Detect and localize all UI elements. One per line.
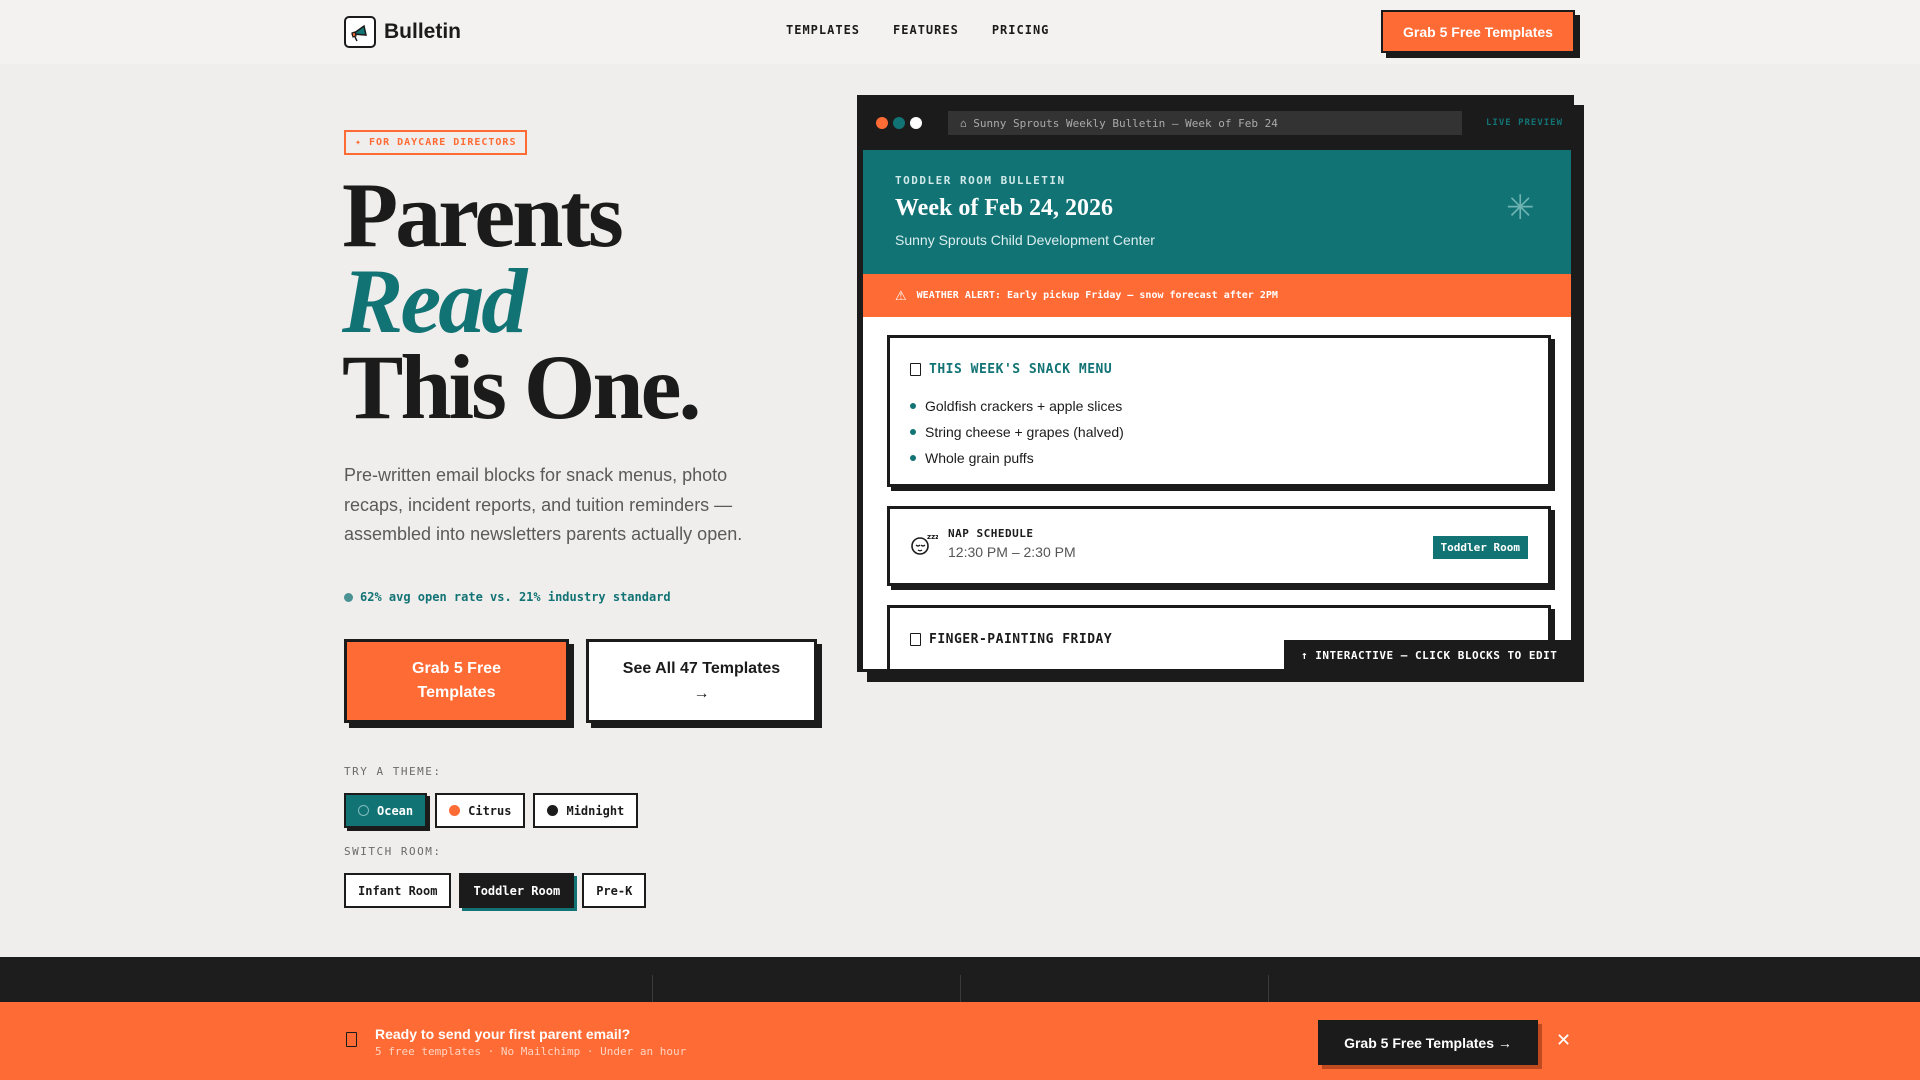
apple-icon bbox=[910, 363, 921, 376]
nav-links: TEMPLATES FEATURES PRICING bbox=[786, 23, 1049, 37]
newsletter-preview: ⌂ Sunny Sprouts Weekly Bulletin — Week o… bbox=[857, 95, 1584, 682]
list-item: Whole grain puffs bbox=[910, 445, 1528, 471]
theme-label: TRY A THEME: bbox=[344, 765, 442, 778]
list-item: String cheese + grapes (halved) bbox=[910, 419, 1528, 445]
nap-label: NAP SCHEDULE bbox=[948, 527, 1034, 540]
nav-link-pricing[interactable]: PRICING bbox=[992, 23, 1050, 37]
hero-headline: Parents Read This One. bbox=[342, 164, 701, 438]
nav-link-templates[interactable]: TEMPLATES bbox=[786, 23, 860, 37]
sticky-title: Ready to send your first parent email? bbox=[375, 1026, 631, 1042]
swatch-icon bbox=[449, 805, 461, 816]
finger-painting-text: FINGER-PAINTING FRIDAY bbox=[929, 632, 1113, 647]
grab-templates-button[interactable]: Grab 5 Free Templates bbox=[344, 639, 569, 723]
stat-dot-icon bbox=[344, 592, 353, 602]
newsletter-title: Week of Feb 24, 2026 bbox=[895, 195, 1113, 221]
weather-alert-block[interactable]: ⚠ WEATHER ALERT: Early pickup Friday — s… bbox=[863, 274, 1571, 317]
headline-line-2: Read bbox=[342, 250, 527, 352]
swatch-icon bbox=[358, 805, 369, 816]
email-icon bbox=[346, 1032, 357, 1047]
swatch-icon bbox=[547, 805, 559, 816]
nap-time: 12:30 PM – 2:30 PM bbox=[948, 544, 1076, 560]
nap-info: NAP SCHEDULE 12:30 PM – 2:30 PM bbox=[948, 527, 1076, 560]
nav-link-features[interactable]: FEATURES bbox=[893, 23, 959, 37]
headline-line-3: This One. bbox=[342, 336, 701, 438]
theme-midnight-label: Midnight bbox=[566, 803, 625, 818]
theme-ocean-chip[interactable]: Ocean bbox=[344, 793, 428, 828]
theme-citrus-label: Citrus bbox=[468, 803, 512, 818]
headline-line-1: Parents bbox=[342, 164, 624, 266]
warning-icon: ⚠ bbox=[895, 287, 907, 303]
svg-text:zzz: zzz bbox=[927, 533, 938, 541]
list-item: Goldfish crackers + apple slices bbox=[910, 393, 1528, 419]
theme-citrus-chip[interactable]: Citrus bbox=[435, 793, 526, 828]
snack-list: Goldfish crackers + apple slices String … bbox=[910, 393, 1528, 471]
newsletter-body: THIS WEEK'S SNACK MENU Goldfish crackers… bbox=[863, 317, 1571, 669]
room-toddler-chip[interactable]: Toddler Room bbox=[459, 873, 575, 908]
room-switcher: Infant Room Toddler Room Pre-K bbox=[344, 873, 647, 908]
nav-cta-button[interactable]: Grab 5 Free Templates bbox=[1381, 10, 1575, 53]
palette-icon bbox=[910, 633, 921, 646]
see-all-templates-button[interactable]: See All 47 Templates → bbox=[586, 639, 817, 723]
room-prek-chip[interactable]: Pre-K bbox=[582, 873, 647, 908]
room-infant-chip[interactable]: Infant Room bbox=[344, 873, 452, 908]
room-label: SWITCH ROOM: bbox=[344, 845, 442, 858]
interactive-tip: ↑ INTERACTIVE — CLICK BLOCKS TO EDIT bbox=[1284, 640, 1584, 670]
snack-title-text: THIS WEEK'S SNACK MENU bbox=[929, 362, 1113, 377]
theme-midnight-chip[interactable]: Midnight bbox=[533, 793, 639, 828]
see-all-label: See All 47 Templates bbox=[622, 660, 781, 677]
brand-logo[interactable]: Bulletin bbox=[344, 16, 461, 48]
arrow-right-icon: → bbox=[693, 685, 710, 702]
audience-badge: ✦ FOR DAYCARE DIRECTORS bbox=[344, 130, 528, 155]
stat-text: 62% avg open rate vs. 21% industry stand… bbox=[360, 590, 671, 604]
newsletter-org: Sunny Sprouts Child Development Center bbox=[895, 232, 1155, 248]
window-dot-icon bbox=[893, 117, 905, 129]
snack-menu-title: THIS WEEK'S SNACK MENU bbox=[910, 362, 1528, 377]
open-rate-stat: 62% avg open rate vs. 21% industry stand… bbox=[344, 590, 671, 604]
sleeping-face-icon: zzz bbox=[910, 531, 939, 557]
sticky-cta-button[interactable]: Grab 5 Free Templates → bbox=[1318, 1020, 1538, 1065]
window-dot-icon bbox=[876, 117, 888, 129]
top-nav: Bulletin TEMPLATES FEATURES PRICING Grab… bbox=[0, 0, 1920, 64]
alert-text: WEATHER ALERT: Early pickup Friday — sno… bbox=[916, 290, 1278, 301]
theme-ocean-label: Ocean bbox=[377, 803, 414, 818]
sticky-subtitle: 5 free templates · No Mailchimp · Under … bbox=[375, 1045, 687, 1058]
close-icon[interactable]: ✕ bbox=[1556, 1030, 1571, 1051]
room-tag: Toddler Room bbox=[1432, 536, 1528, 559]
preview-url-bar: ⌂ Sunny Sprouts Weekly Bulletin — Week o… bbox=[948, 111, 1462, 135]
snack-menu-block[interactable]: THIS WEEK'S SNACK MENU Goldfish crackers… bbox=[887, 335, 1551, 487]
brand-name: Bulletin bbox=[384, 20, 461, 43]
newsletter-kicker: TODDLER ROOM BULLETIN bbox=[895, 174, 1066, 187]
asterisk-icon: ✳ bbox=[1506, 189, 1535, 227]
live-preview-label: LIVE PREVIEW bbox=[1486, 118, 1564, 128]
window-dot-icon bbox=[910, 117, 922, 129]
megaphone-icon bbox=[344, 16, 376, 48]
hero-subtitle: Pre-written email blocks for snack menus… bbox=[344, 465, 743, 544]
window-titlebar: ⌂ Sunny Sprouts Weekly Bulletin — Week o… bbox=[860, 98, 1571, 150]
newsletter-header[interactable]: TODDLER ROOM BULLETIN Week of Feb 24, 20… bbox=[863, 150, 1571, 274]
preview-window: ⌂ Sunny Sprouts Weekly Bulletin — Week o… bbox=[857, 95, 1574, 672]
theme-switcher: Ocean Citrus Midnight bbox=[344, 793, 639, 828]
nap-schedule-block[interactable]: zzz NAP SCHEDULE 12:30 PM – 2:30 PM Todd… bbox=[887, 506, 1551, 586]
sticky-cta-bar: Ready to send your first parent email? 5… bbox=[0, 1002, 1920, 1080]
